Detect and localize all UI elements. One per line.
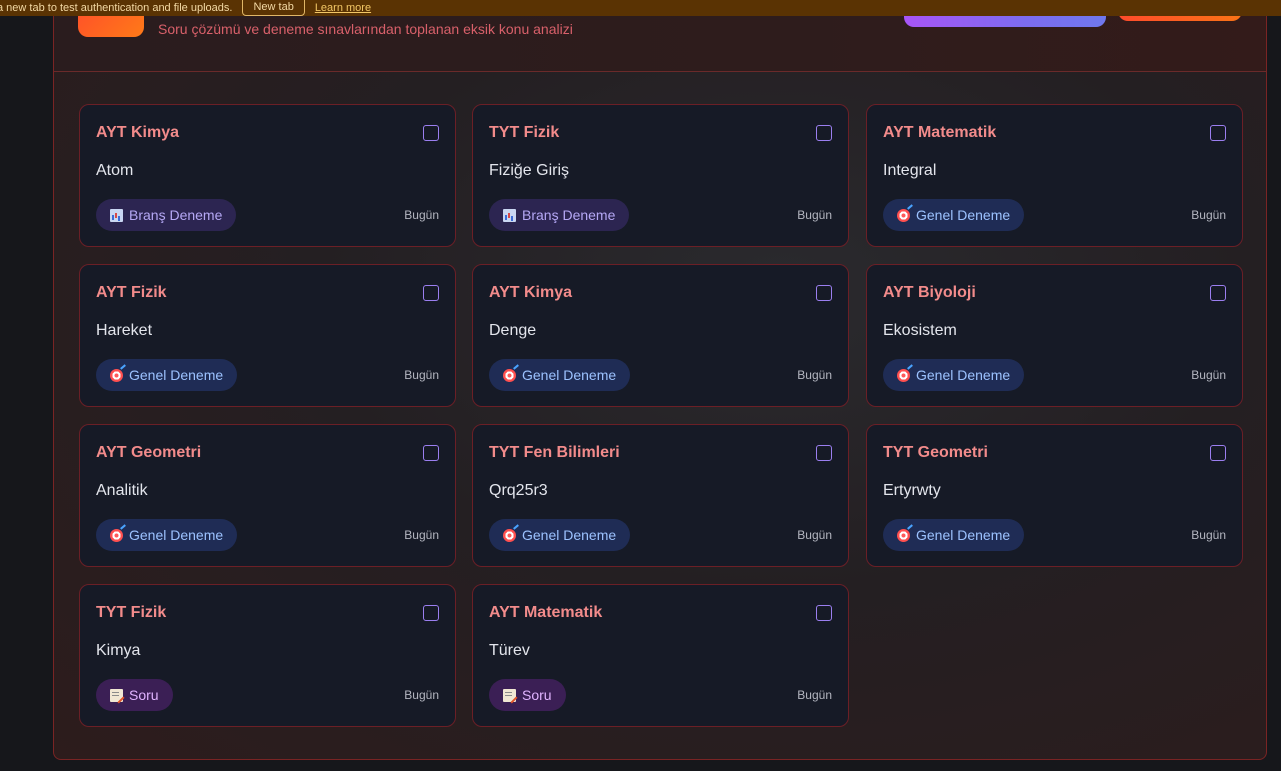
card-badge-label: Soru	[129, 687, 159, 703]
card-badge-label: Genel Deneme	[522, 527, 617, 543]
bar-chart-icon	[110, 208, 123, 222]
card-source-badge: Soru	[96, 679, 173, 711]
new-tab-button[interactable]: New tab	[242, 0, 305, 16]
card-badge-label: Branş Deneme	[129, 207, 223, 223]
card-date: Bugün	[404, 688, 439, 702]
card-topic: Türev	[489, 642, 530, 659]
topic-card[interactable]: TYT Geometri Ertyrwty Genel Deneme Bugün	[866, 424, 1243, 567]
card-date: Bugün	[797, 368, 832, 382]
card-date: Bugün	[797, 208, 832, 222]
topic-card[interactable]: AYT Matematik Integral Genel Deneme Bugün	[866, 104, 1243, 247]
missing-topics-panel: Soru çözümü ve deneme sınavlarından topl…	[53, 0, 1267, 760]
card-date: Bugün	[1191, 368, 1226, 382]
card-subject: AYT Biyoloji	[883, 284, 976, 301]
target-icon	[110, 528, 123, 542]
topic-card[interactable]: AYT Biyoloji Ekosistem Genel Deneme Bugün	[866, 264, 1243, 407]
card-source-badge: Genel Deneme	[96, 519, 238, 551]
card-subject: AYT Matematik	[489, 604, 603, 621]
target-icon	[897, 368, 910, 382]
topic-card[interactable]: AYT Kimya Denge Genel Deneme Bugün	[472, 264, 849, 407]
card-source-badge: Genel Deneme	[883, 519, 1025, 551]
card-topic: Denge	[489, 322, 537, 339]
card-subject: AYT Kimya	[489, 284, 572, 301]
card-source-badge: Genel Deneme	[883, 359, 1025, 391]
target-icon	[503, 528, 516, 542]
card-source-badge: Genel Deneme	[489, 359, 631, 391]
card-source-badge: Genel Deneme	[883, 199, 1025, 231]
card-badge-label: Soru	[522, 687, 552, 703]
card-topic: Fiziğe Giriş	[489, 162, 570, 179]
card-checkbox[interactable]	[423, 605, 439, 621]
card-checkbox[interactable]	[1210, 125, 1226, 141]
card-checkbox[interactable]	[816, 445, 832, 461]
card-topic: Integral	[883, 162, 937, 179]
card-date: Bugün	[797, 688, 832, 702]
card-checkbox[interactable]	[1210, 445, 1226, 461]
topic-card[interactable]: TYT Fen Bilimleri Qrq25r3 Genel Deneme Bugü…	[472, 424, 849, 567]
card-topic: Atom	[96, 162, 134, 179]
card-subject: TYT Fizik	[489, 124, 560, 141]
target-icon	[897, 208, 910, 222]
card-date: Bugün	[404, 368, 439, 382]
topic-card[interactable]: TYT Fizik Kimya Soru Bugün	[79, 584, 456, 727]
card-badge-label: Genel Deneme	[916, 367, 1011, 383]
card-source-badge: Genel Deneme	[96, 359, 238, 391]
topic-card[interactable]: AYT Kimya Atom Branş Deneme Bugün	[79, 104, 456, 247]
card-badge-label: Genel Deneme	[916, 207, 1011, 223]
card-source-badge: Branş Deneme	[489, 199, 630, 231]
card-subject: AYT Geometri	[96, 444, 202, 461]
card-date: Bugün	[1191, 528, 1226, 542]
card-subject: AYT Kimya	[96, 124, 179, 141]
topic-card[interactable]: AYT Fizik Hareket Genel Deneme Bugün	[79, 264, 456, 407]
card-checkbox[interactable]	[1210, 285, 1226, 301]
card-topic: Hareket	[96, 322, 153, 339]
card-badge-label: Genel Deneme	[522, 367, 617, 383]
target-icon	[897, 528, 910, 542]
card-subject: AYT Matematik	[883, 124, 997, 141]
card-badge-label: Genel Deneme	[129, 527, 224, 543]
topic-card[interactable]: AYT Geometri Analitik Genel Deneme Bugün	[79, 424, 456, 567]
target-icon	[110, 368, 123, 382]
card-badge-label: Branş Deneme	[522, 207, 616, 223]
memo-icon	[110, 688, 123, 702]
card-checkbox[interactable]	[816, 285, 832, 301]
card-topic: Analitik	[96, 482, 148, 499]
card-subject: TYT Geometri	[883, 444, 988, 461]
card-source-badge: Branş Deneme	[96, 199, 237, 231]
card-date: Bugün	[404, 528, 439, 542]
topic-card[interactable]: AYT Matematik Türev Soru Bugün	[472, 584, 849, 727]
card-checkbox[interactable]	[423, 445, 439, 461]
memo-icon	[503, 688, 516, 702]
card-checkbox[interactable]	[423, 285, 439, 301]
card-checkbox[interactable]	[423, 125, 439, 141]
card-source-badge: Genel Deneme	[489, 519, 631, 551]
card-date: Bugün	[1191, 208, 1226, 222]
header-subtitle: Soru çözümü ve deneme sınavlarından topl…	[158, 21, 573, 37]
card-topic: Ertyrwty	[883, 482, 941, 499]
card-date: Bugün	[404, 208, 439, 222]
card-checkbox[interactable]	[816, 125, 832, 141]
card-subject: TYT Fen Bilimleri	[489, 444, 620, 461]
learn-more-link[interactable]: Learn more	[315, 2, 371, 14]
banner-text: a new tab to test authentication and fil…	[0, 2, 233, 14]
card-topic: Ekosistem	[883, 322, 957, 339]
target-icon	[503, 368, 516, 382]
bar-chart-icon	[503, 208, 516, 222]
card-date: Bugün	[797, 528, 832, 542]
card-subject: AYT Fizik	[96, 284, 167, 301]
card-badge-label: Genel Deneme	[129, 367, 224, 383]
info-banner: a new tab to test authentication and fil…	[0, 0, 1281, 16]
topic-card[interactable]: TYT Fizik Fiziğe Giriş Branş Deneme Bugün	[472, 104, 849, 247]
card-source-badge: Soru	[489, 679, 566, 711]
card-topic: Qrq25r3	[489, 482, 548, 499]
card-topic: Kimya	[96, 642, 141, 659]
card-badge-label: Genel Deneme	[916, 527, 1011, 543]
card-subject: TYT Fizik	[96, 604, 167, 621]
card-checkbox[interactable]	[816, 605, 832, 621]
